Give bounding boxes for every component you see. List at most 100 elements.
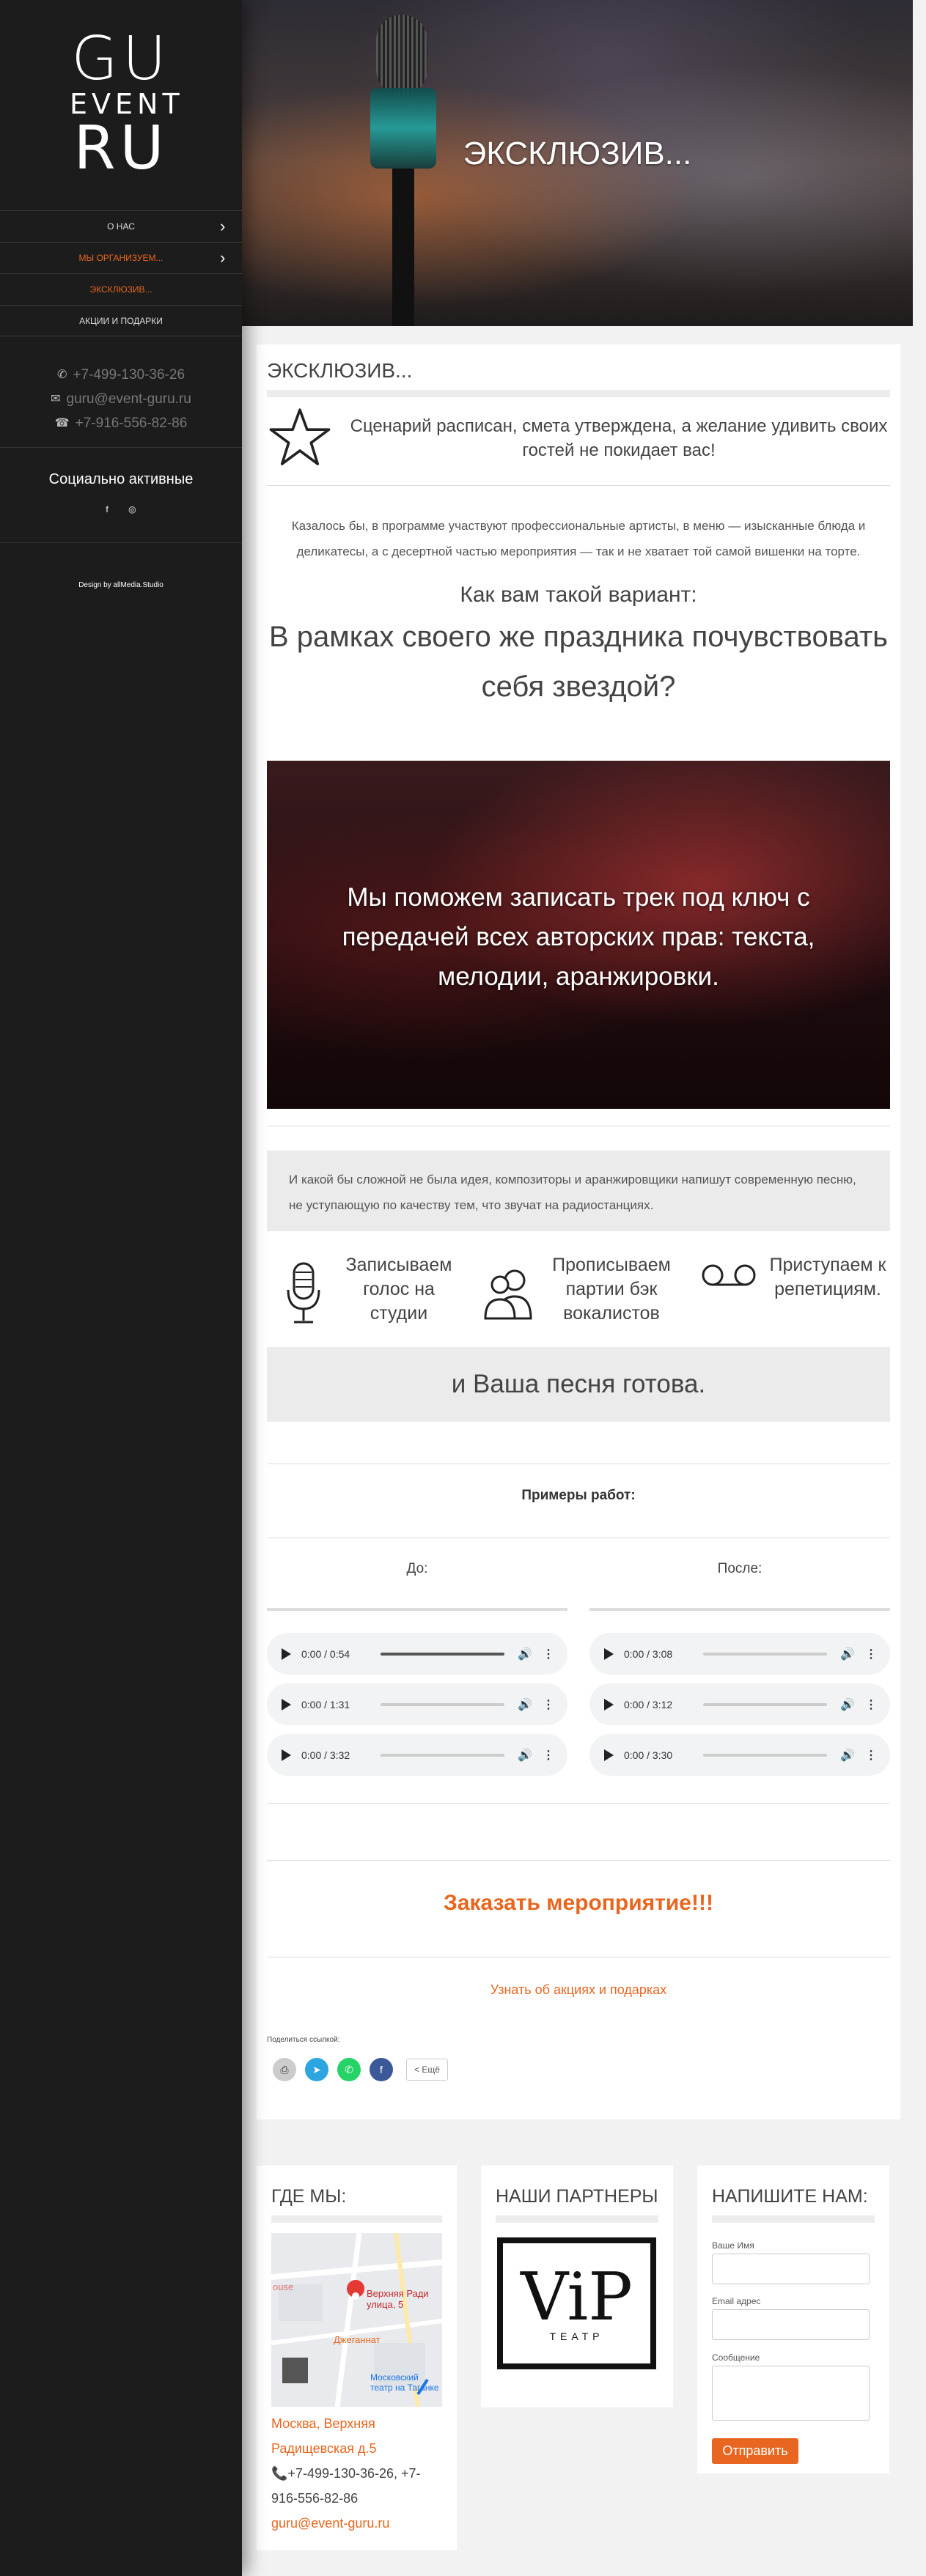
star-icon	[269, 408, 331, 465]
step-backing-vocals: Прописываем партии бэк вокалистов	[479, 1253, 685, 1334]
logo-line-3: RU	[73, 114, 169, 183]
after-audio-player[interactable]: 0:00 / 3:12 🔊 ⋮	[589, 1683, 890, 1725]
message-field[interactable]	[712, 2366, 870, 2421]
menu-item-label: ЭКСКЛЮЗИВ...	[89, 284, 153, 295]
email-field[interactable]	[712, 2309, 870, 2340]
before-underline	[267, 1608, 567, 1611]
map-label-shop: Джеганнат	[334, 2334, 381, 2345]
volume-icon[interactable]: 🔊	[840, 1748, 855, 1763]
sidebar-contacts: ✆ +7-499-130-36-26 ✉ guru@event-guru.ru ☎ +…	[0, 363, 242, 435]
facebook-icon[interactable]: f	[106, 504, 108, 514]
more-options-icon[interactable]: ⋮	[865, 1647, 877, 1661]
print-icon[interactable]: ⎙	[273, 2058, 296, 2081]
after-audio-player[interactable]: 0:00 / 3:30 🔊 ⋮	[589, 1734, 890, 1776]
audio-progress-fill	[381, 1652, 504, 1656]
after-audio-player[interactable]: 0:00 / 3:08 🔊 ⋮	[589, 1633, 890, 1675]
logo-line-1: GU	[71, 24, 171, 94]
volume-icon[interactable]: 🔊	[840, 1647, 855, 1661]
facebook-icon[interactable]: f	[370, 2058, 393, 2081]
hero-title: ЭКСКЛЮЗИВ...	[463, 136, 692, 171]
footer-phones[interactable]: +7-499-130-36-26, +7-916-556-82-86	[271, 2466, 421, 2506]
menu-item-about[interactable]: О НАС ›	[0, 210, 242, 242]
play-icon[interactable]	[604, 1647, 614, 1660]
partner-logo-vip-theatre[interactable]: ViP ТЕАТР	[497, 2237, 656, 2369]
footer-email[interactable]: guru@event-guru.ru	[271, 2511, 442, 2536]
widget-title: НАШИ ПАРТНЕРЫ	[496, 2186, 658, 2207]
before-audio-player[interactable]: 0:00 / 0:54 🔊 ⋮	[267, 1633, 567, 1675]
audio-progress-bar[interactable]	[703, 1702, 827, 1706]
audio-progress-bar[interactable]	[381, 1753, 504, 1757]
audio-time: 0:00 / 3:08	[624, 1647, 673, 1660]
social-title: Социально активные	[48, 471, 194, 487]
audio-time: 0:00 / 3:32	[301, 1749, 350, 1761]
promotions-link[interactable]: Узнать об акциях и подарках	[267, 1982, 890, 1998]
step-label: Прописываем партии бэк вокалистов	[552, 1255, 671, 1324]
location-map[interactable]: Верхняя Ради улица, 5 Московский театр н…	[271, 2233, 442, 2407]
audio-progress-bar[interactable]	[381, 1702, 504, 1706]
play-icon[interactable]	[604, 1698, 614, 1710]
after-underline	[589, 1608, 890, 1611]
hero-banner: ЭКСКЛЮЗИВ...	[242, 0, 913, 326]
question-headline: В рамках своего же праздника почувствова…	[268, 621, 889, 703]
microphone-icon	[287, 1262, 320, 1324]
footer-address[interactable]: Москва, Верхняя Радищевская д.5	[271, 2411, 442, 2461]
play-icon[interactable]	[604, 1749, 614, 1761]
contact-phone-1[interactable]: +7-499-130-36-26	[73, 363, 185, 387]
sidebar: GU EVENT RU О НАС › МЫ ОРГАНИЗУЕМ... › Э…	[0, 0, 242, 2576]
play-icon[interactable]	[282, 1749, 291, 1761]
menu-item-we-organize[interactable]: МЫ ОРГАНИЗУЕМ... ›	[0, 242, 242, 273]
chevron-right-icon[interactable]: ›	[220, 218, 233, 235]
steps-row: Записываем голос на студии Прописываем п…	[267, 1253, 890, 1334]
page-title: ЭКСКЛЮЗИВ...	[267, 359, 413, 382]
divider	[267, 1803, 890, 1804]
more-options-icon[interactable]: ⋮	[543, 1647, 554, 1661]
audio-time: 0:00 / 1:31	[301, 1698, 350, 1710]
tape-icon	[702, 1264, 756, 1286]
social-icons: f ◎	[0, 504, 242, 514]
menu-item-promotions[interactable]: АКЦИИ И ПОДАРКИ	[0, 305, 242, 336]
audio-progress-bar[interactable]	[703, 1753, 827, 1757]
volume-icon[interactable]: 🔊	[518, 1748, 532, 1763]
step-label: Записываем голос на студии	[345, 1255, 452, 1324]
contact-phone-2[interactable]: +7-916-556-82-86	[76, 411, 188, 435]
before-label: До:	[406, 1561, 428, 1576]
play-icon[interactable]	[282, 1647, 291, 1660]
main-content: ЭКСКЛЮЗИВ... Сценарий расписан, смета ут…	[257, 344, 900, 2119]
step-rehearsal: Приступаем к репетициям.	[699, 1253, 890, 1334]
play-icon[interactable]	[282, 1698, 291, 1710]
before-audio-player[interactable]: 0:00 / 3:32 🔊 ⋮	[267, 1734, 567, 1776]
site-logo[interactable]: GU EVENT RU	[70, 24, 180, 183]
order-event-link[interactable]: Заказать мероприятие!!!	[267, 1891, 890, 1916]
partner-logo-main: ViP	[521, 2259, 633, 2336]
volume-icon[interactable]: 🔊	[518, 1697, 532, 1712]
title-underline	[267, 390, 890, 397]
map-label-house: ouse	[273, 2281, 294, 2292]
telegram-icon[interactable]: ➤	[305, 2058, 328, 2081]
volume-icon[interactable]: 🔊	[840, 1697, 855, 1712]
chevron-right-icon[interactable]: ›	[220, 250, 233, 266]
submit-button[interactable]: Отправить	[712, 2438, 798, 2464]
name-field[interactable]	[712, 2254, 870, 2284]
more-options-icon[interactable]: ⋮	[865, 1697, 877, 1712]
audio-progress-bar[interactable]	[703, 1652, 827, 1656]
more-options-icon[interactable]: ⋮	[543, 1748, 554, 1763]
volume-icon[interactable]: 🔊	[518, 1647, 532, 1661]
share-more-button[interactable]: < Ещё	[406, 2059, 448, 2081]
design-credit[interactable]: Design by allMedia.Studio	[0, 581, 242, 589]
map-label-address: Верхняя Ради улица, 5	[367, 2288, 429, 2310]
audio-progress-bar[interactable]	[381, 1652, 504, 1656]
whatsapp-icon[interactable]: ✆	[337, 2058, 361, 2081]
widget-title: НАПИШИТЕ НАМ:	[712, 2186, 868, 2207]
contact-email[interactable]: guru@event-guru.ru	[67, 387, 191, 411]
share-label: Поделиться ссылкой:	[267, 2036, 340, 2044]
step-record: Записываем голос на студии	[278, 1253, 461, 1334]
microphone-image	[376, 15, 427, 95]
menu-item-exclusive[interactable]: ЭКСКЛЮЗИВ...	[0, 273, 242, 305]
more-options-icon[interactable]: ⋮	[865, 1748, 877, 1763]
note-text: И какой бы сложной не была идея, компози…	[289, 1173, 856, 1212]
before-audio-player[interactable]: 0:00 / 1:31 🔊 ⋮	[267, 1683, 567, 1725]
menu-item-label: О НАС	[107, 221, 135, 232]
more-options-icon[interactable]: ⋮	[543, 1697, 554, 1712]
menu-item-label: МЫ ОРГАНИЗУЕМ...	[78, 253, 163, 263]
instagram-icon[interactable]: ◎	[128, 504, 136, 514]
